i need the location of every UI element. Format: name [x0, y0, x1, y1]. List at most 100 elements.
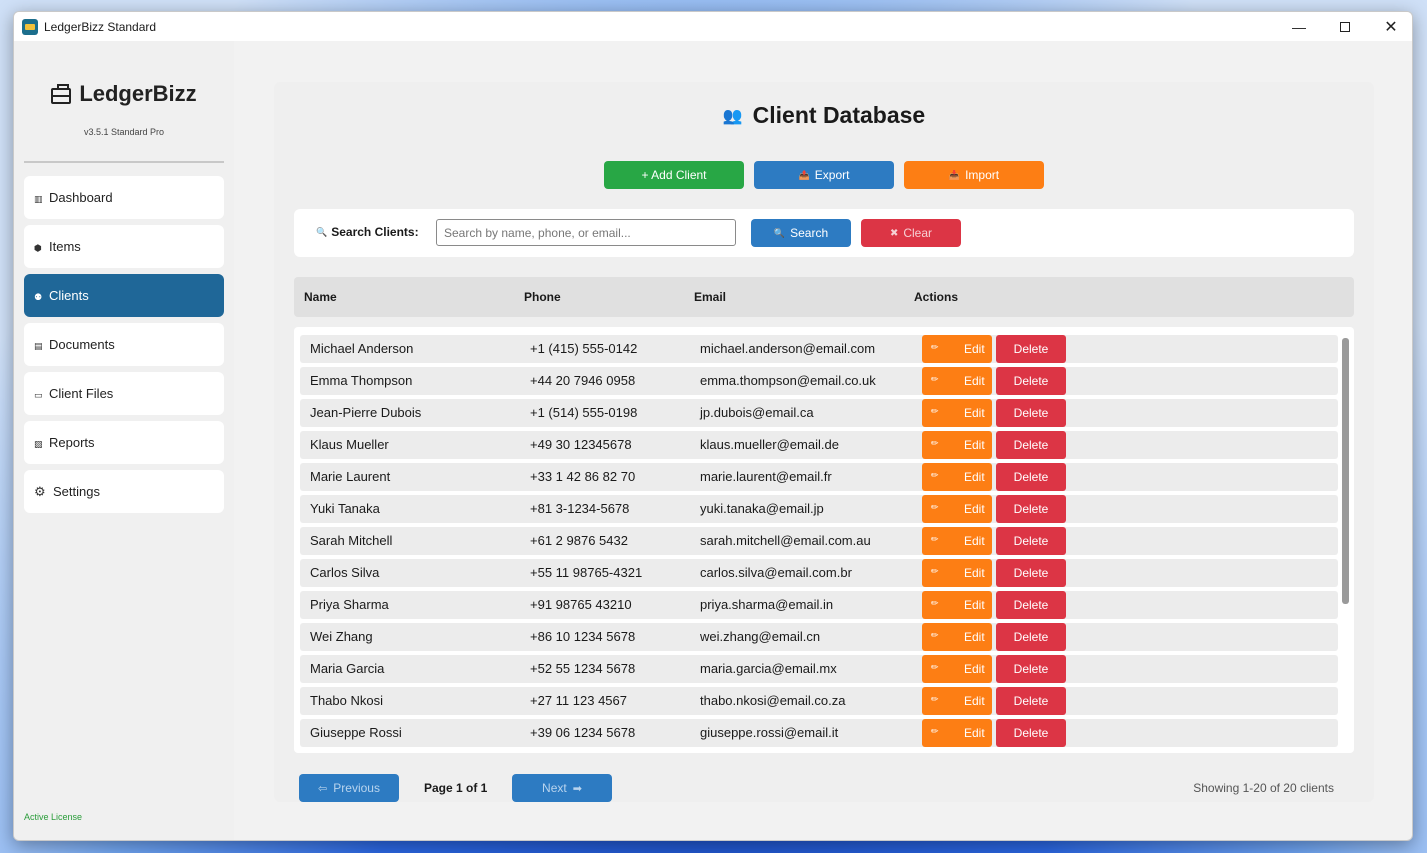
client-email: klaus.mueller@email.de — [700, 437, 839, 452]
sidebar-item-label: Items — [49, 239, 81, 254]
edit-label: Edit — [964, 662, 985, 676]
sidebar-item-client-files[interactable]: ▭ Client Files — [24, 372, 224, 415]
client-phone: +52 55 1234 5678 — [530, 661, 636, 676]
arrow-left-icon: ⇦ — [318, 782, 328, 795]
table-row[interactable]: Michael Anderson +1 (415) 555-0142 micha… — [300, 335, 1338, 363]
sidebar-item-label: Clients — [49, 288, 89, 303]
results-count: Showing 1-20 of 20 clients — [1193, 781, 1334, 795]
delete-button[interactable]: Delete — [996, 335, 1066, 363]
client-name: Carlos Silva — [310, 565, 380, 580]
edit-button[interactable]: ✏ Edit — [922, 687, 992, 715]
client-table[interactable]: Michael Anderson +1 (415) 555-0142 micha… — [294, 327, 1354, 753]
edit-button[interactable]: ✏ Edit — [922, 527, 992, 555]
client-email: michael.anderson@email.com — [700, 341, 876, 356]
sidebar-item-reports[interactable]: ▨ Reports — [24, 421, 224, 464]
edit-label: Edit — [964, 406, 985, 420]
previous-label: Previous — [333, 781, 380, 795]
delete-button[interactable]: Delete — [996, 399, 1066, 427]
sidebar-item-documents[interactable]: ▤ Documents — [24, 323, 224, 366]
delete-button[interactable]: Delete — [996, 719, 1066, 747]
table-row[interactable]: Marie Laurent +33 1 42 86 82 70 marie.la… — [300, 463, 1338, 491]
delete-button[interactable]: Delete — [996, 463, 1066, 491]
add-client-label: + Add Client — [641, 168, 707, 182]
delete-button[interactable]: Delete — [996, 431, 1066, 459]
delete-button[interactable]: Delete — [996, 559, 1066, 587]
client-phone: +44 20 7946 0958 — [530, 373, 636, 388]
client-name: Giuseppe Rossi — [310, 725, 402, 740]
previous-button[interactable]: ⇦ Previous — [299, 774, 399, 802]
client-email: wei.zhang@email.cn — [700, 629, 821, 644]
edit-button[interactable]: ✏ Edit — [922, 431, 992, 459]
sidebar-item-label: Dashboard — [49, 190, 113, 205]
table-row[interactable]: Wei Zhang +86 10 1234 5678 wei.zhang@ema… — [300, 623, 1338, 651]
table-row[interactable]: Thabo Nkosi +27 11 123 4567 thabo.nkosi@… — [300, 687, 1338, 715]
pencil-icon: ✏ — [931, 534, 939, 544]
edit-button[interactable]: ✏ Edit — [922, 559, 992, 587]
delete-button[interactable]: Delete — [996, 527, 1066, 555]
client-email: yuki.tanaka@email.jp — [700, 501, 824, 516]
pencil-icon: ✏ — [931, 630, 939, 640]
client-phone: +55 11 98765-4321 — [530, 565, 643, 580]
delete-button[interactable]: Delete — [996, 367, 1066, 395]
delete-button[interactable]: Delete — [996, 623, 1066, 651]
sidebar-item-label: Client Files — [49, 386, 114, 401]
clear-button[interactable]: ✖ Clear — [861, 219, 961, 247]
people-icon: ⚉ — [34, 292, 43, 302]
export-icon: 📤 — [798, 169, 810, 180]
next-button[interactable]: Next ➡ — [512, 774, 612, 802]
sidebar-item-dashboard[interactable]: ▥ Dashboard — [24, 176, 224, 219]
client-name: Wei Zhang — [310, 629, 373, 644]
edit-button[interactable]: ✏ Edit — [922, 719, 992, 747]
edit-button[interactable]: ✏ Edit — [922, 495, 992, 523]
edit-button[interactable]: ✏ Edit — [922, 591, 992, 619]
title-bar: LedgerBizz Standard — ✕ — [14, 12, 1412, 41]
sidebar-item-settings[interactable]: ⚙ Settings — [24, 470, 224, 513]
import-button[interactable]: 📥 Import — [904, 161, 1044, 189]
search-label-text: Search Clients: — [331, 225, 419, 239]
close-button[interactable]: ✕ — [1368, 12, 1412, 41]
table-row[interactable]: Yuki Tanaka +81 3-1234-5678 yuki.tanaka@… — [300, 495, 1338, 523]
delete-button[interactable]: Delete — [996, 591, 1066, 619]
search-button[interactable]: 🔍 Search — [751, 219, 851, 247]
table-row[interactable]: Klaus Mueller +49 30 12345678 klaus.muel… — [300, 431, 1338, 459]
search-input[interactable] — [436, 219, 736, 246]
add-client-button[interactable]: + Add Client — [604, 161, 744, 189]
delete-button[interactable]: Delete — [996, 655, 1066, 683]
edit-button[interactable]: ✏ Edit — [922, 623, 992, 651]
column-header-actions: Actions — [914, 290, 959, 304]
main-panel: 👥 Client Database + Add Client 📤 Export … — [274, 82, 1374, 802]
export-button[interactable]: 📤 Export — [754, 161, 894, 189]
search-icon: 🔍 — [773, 227, 786, 238]
maximize-button[interactable] — [1322, 12, 1368, 41]
table-scrollbar[interactable] — [1342, 338, 1349, 604]
table-row[interactable]: Giuseppe Rossi +39 06 1234 5678 giuseppe… — [300, 719, 1338, 747]
chart-icon: ▨ — [34, 439, 43, 449]
client-email: thabo.nkosi@email.co.za — [700, 693, 846, 708]
table-row[interactable]: Maria Garcia +52 55 1234 5678 maria.garc… — [300, 655, 1338, 683]
edit-button[interactable]: ✏ Edit — [922, 399, 992, 427]
pencil-icon: ✏ — [931, 502, 939, 512]
sidebar-item-label: Reports — [49, 435, 95, 450]
edit-button[interactable]: ✏ Edit — [922, 655, 992, 683]
version-label: v3.5.1 Standard Pro — [83, 127, 165, 137]
client-phone: +1 (415) 555-0142 — [530, 341, 638, 356]
table-row[interactable]: Sarah Mitchell +61 2 9876 5432 sarah.mit… — [300, 527, 1338, 555]
sidebar-item-items[interactable]: ⬢ Items — [24, 225, 224, 268]
maximize-icon — [1340, 21, 1350, 32]
table-row[interactable]: Emma Thompson +44 20 7946 0958 emma.thom… — [300, 367, 1338, 395]
table-row[interactable]: Priya Sharma +91 98765 43210 priya.sharm… — [300, 591, 1338, 619]
sidebar-item-clients[interactable]: ⚉ Clients — [24, 274, 224, 317]
delete-button[interactable]: Delete — [996, 687, 1066, 715]
edit-button[interactable]: ✏ Edit — [922, 463, 992, 491]
minimize-button[interactable]: — — [1276, 12, 1322, 41]
table-row[interactable]: Jean-Pierre Dubois +1 (514) 555-0198 jp.… — [300, 399, 1338, 427]
delete-button[interactable]: Delete — [996, 495, 1066, 523]
client-email: priya.sharma@email.in — [700, 597, 834, 612]
edit-button[interactable]: ✏ Edit — [922, 335, 992, 363]
client-phone: +39 06 1234 5678 — [530, 725, 636, 740]
edit-label: Edit — [964, 726, 985, 740]
table-row[interactable]: Carlos Silva +55 11 98765-4321 carlos.si… — [300, 559, 1338, 587]
edit-label: Edit — [964, 374, 985, 388]
edit-button[interactable]: ✏ Edit — [922, 367, 992, 395]
window-title: LedgerBizz Standard — [44, 19, 157, 34]
